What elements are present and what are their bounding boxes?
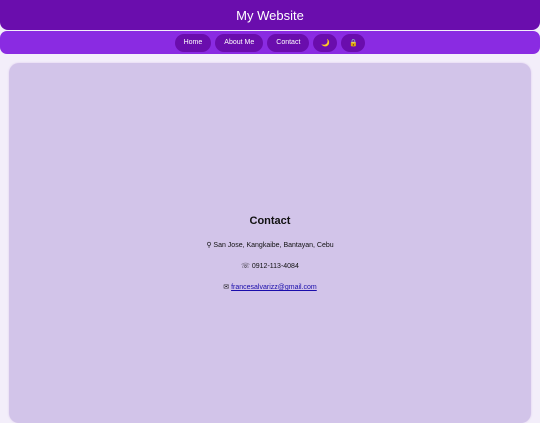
phone-line: ☏ 0912-113-4084 bbox=[0, 262, 540, 270]
location-pin-icon: ⚲ bbox=[206, 242, 212, 249]
lock-button[interactable]: 🔒 bbox=[341, 33, 366, 52]
nav-about-button[interactable]: About Me bbox=[215, 33, 264, 52]
nav-bar: Home About Me Contact 🌙 🔒 bbox=[0, 31, 540, 54]
site-title: My Website bbox=[236, 7, 304, 23]
nav-home-button[interactable]: Home bbox=[174, 33, 212, 52]
phone-text: 0912-113-4084 bbox=[251, 263, 299, 270]
address-line: ⚲ San Jose, Kangkaibe, Bantayan, Cebu bbox=[0, 241, 540, 249]
email-line: ✉ francesalvarizz@gmail.com bbox=[0, 283, 540, 291]
contact-section: Contact ⚲ San Jose, Kangkaibe, Bantayan,… bbox=[0, 215, 540, 304]
lock-icon: 🔒 bbox=[349, 39, 358, 47]
email-link[interactable]: francesalvarizz@gmail.com bbox=[231, 284, 317, 291]
phone-icon: ☏ bbox=[241, 263, 250, 270]
moon-icon: 🌙 bbox=[321, 39, 330, 47]
envelope-icon: ✉ bbox=[223, 284, 230, 291]
address-text: San Jose, Kangkaibe, Bantayan, Cebu bbox=[213, 242, 334, 249]
nav-contact-button[interactable]: Contact bbox=[267, 33, 310, 52]
site-header: My Website bbox=[0, 0, 540, 30]
contact-heading: Contact bbox=[249, 215, 291, 227]
theme-toggle-button[interactable]: 🌙 bbox=[313, 33, 338, 52]
